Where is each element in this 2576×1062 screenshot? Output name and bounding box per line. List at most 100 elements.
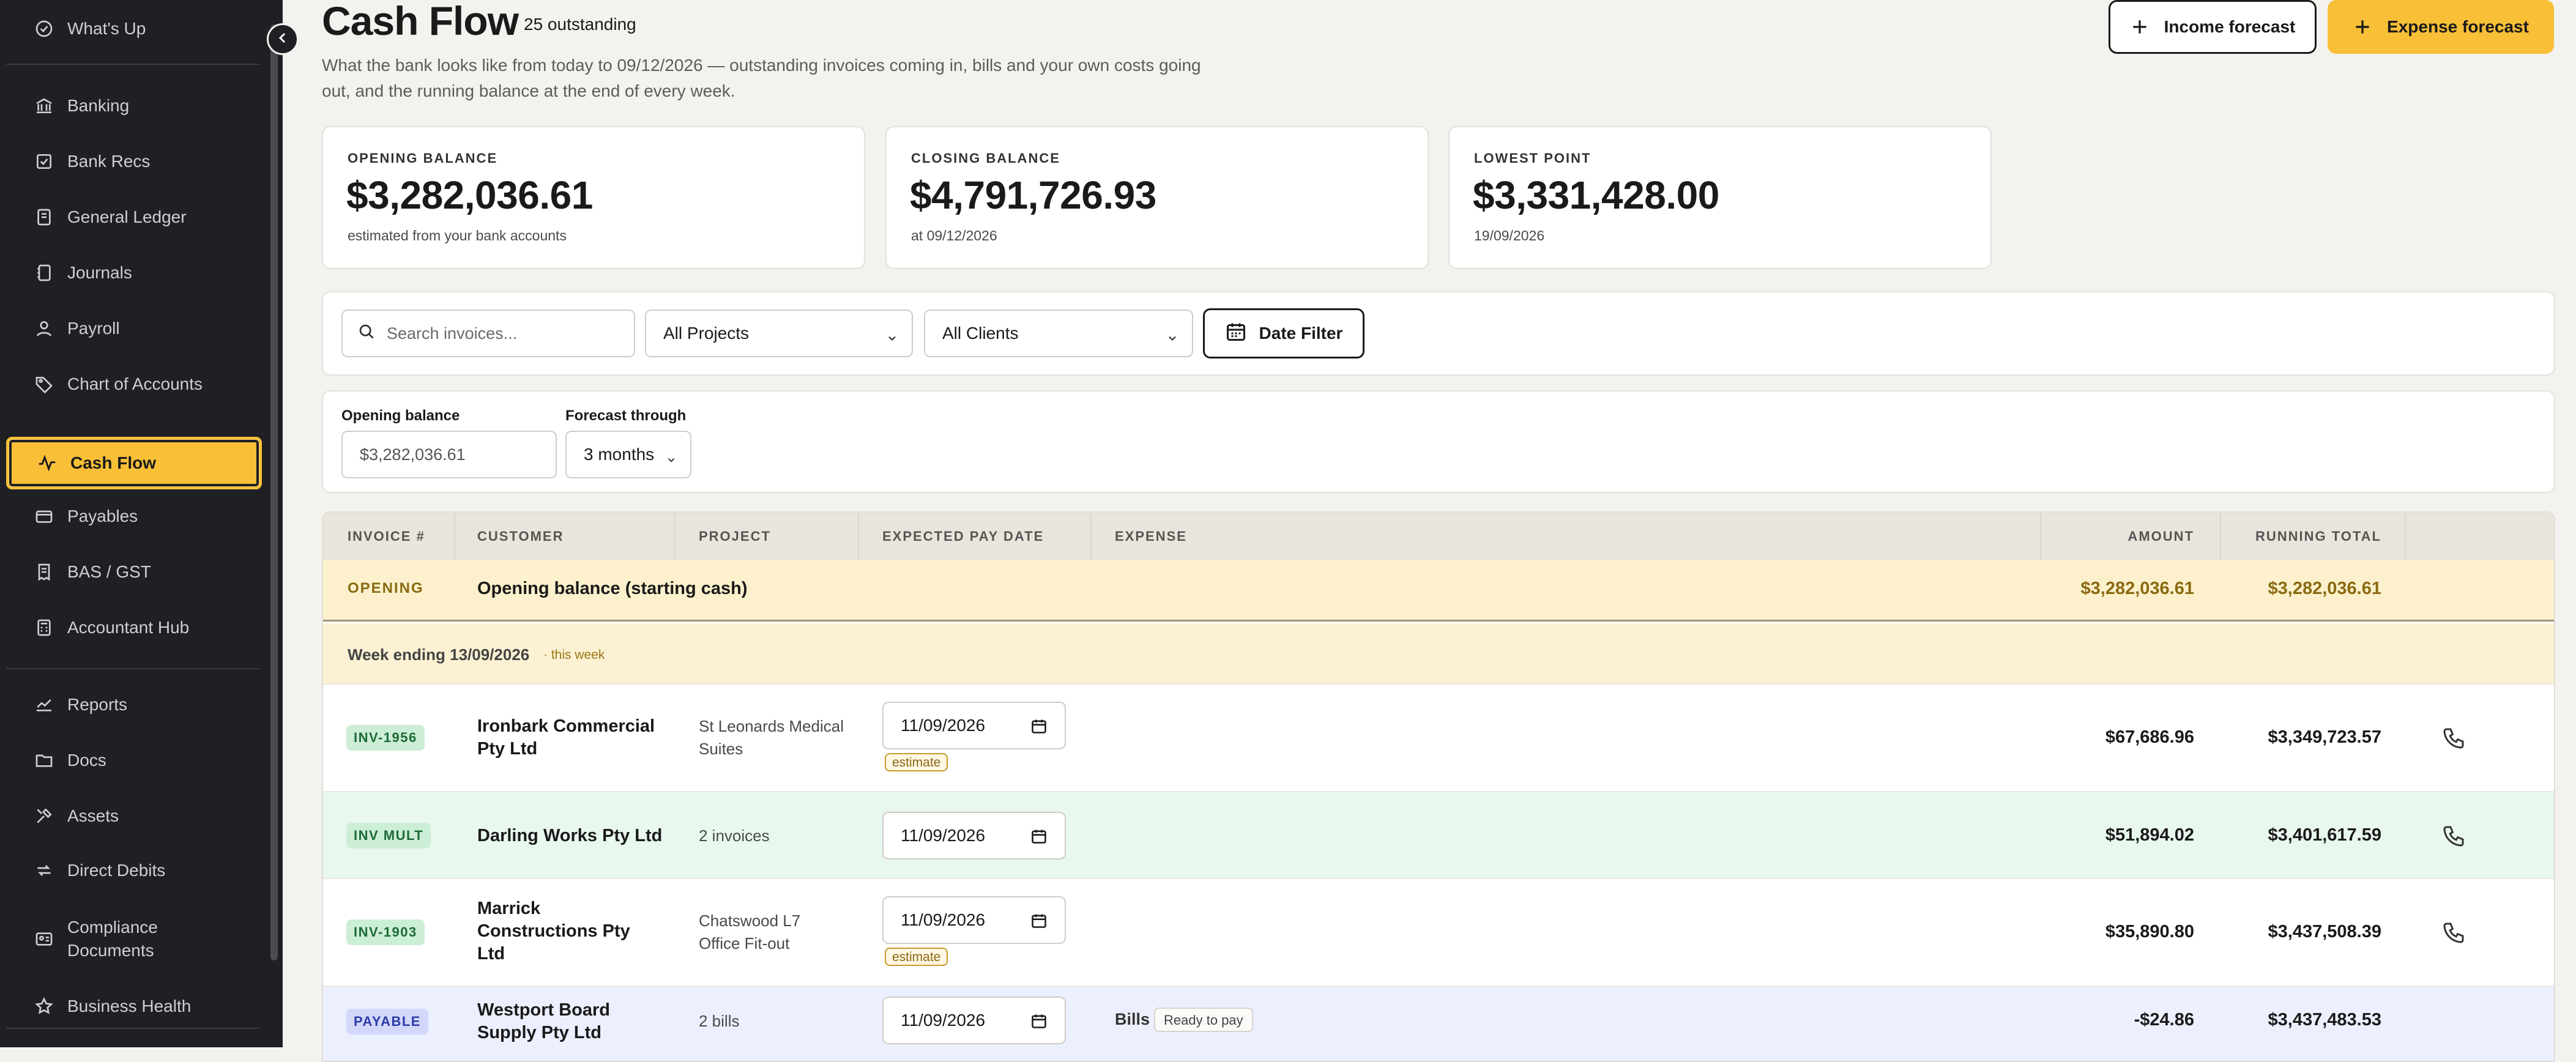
book-icon: [34, 207, 54, 227]
column-header: EXPECTED PAY DATE: [882, 529, 1044, 544]
folder-icon: [34, 751, 54, 770]
sidebar-scrollbar[interactable]: [270, 24, 278, 960]
sidebar-item-payables[interactable]: Payables: [6, 492, 262, 540]
sidebar-item-payroll[interactable]: Payroll: [6, 305, 262, 352]
income-forecast-label: Income forecast: [2164, 17, 2296, 36]
projects-select[interactable]: All Projects: [645, 310, 913, 357]
sidebar-item-label: Assets: [67, 806, 119, 825]
phone-icon[interactable]: [2441, 921, 2466, 945]
sidebar-item-bank-recs[interactable]: Bank Recs: [6, 138, 262, 185]
tools-icon: [34, 806, 54, 826]
chevron-left-icon: [275, 31, 290, 48]
table-row[interactable]: PAYABLE Westport Board Supply Pty Ltd 2 …: [323, 987, 2554, 1061]
sidebar-item-bas-gst[interactable]: BAS / GST: [6, 548, 262, 596]
opening-balance-card: OPENING BALANCE $3,282,036.61 estimated …: [322, 126, 865, 269]
page-subtitle: What the bank looks like from today to 0…: [322, 56, 1201, 100]
sidebar-item-label: Direct Debits: [67, 861, 166, 880]
project-name: Chatswood L7 Office Fit-out: [699, 912, 801, 952]
sidebar-item-whats-up[interactable]: What's Up: [6, 5, 262, 53]
amount: $51,894.02: [2105, 825, 2194, 845]
invoice-badge[interactable]: INV-1956: [346, 725, 425, 751]
sidebar-item-label: What's Up: [67, 19, 146, 38]
sidebar-item-label: Chart of Accounts: [67, 374, 203, 393]
sidebar-item-direct-debits[interactable]: Direct Debits: [6, 847, 262, 894]
forecast-through-select[interactable]: 3 months: [565, 431, 691, 478]
wallet-icon: [34, 507, 54, 526]
cash-flow-table: INVOICE # CUSTOMER PROJECT EXPECTED PAY …: [322, 511, 2555, 1062]
sidebar-item-docs[interactable]: Docs: [6, 737, 262, 784]
invoice-badge[interactable]: INV MULT: [346, 823, 431, 848]
sidebar-item-label: Reports: [67, 695, 128, 714]
card-label: OPENING BALANCE: [348, 150, 498, 166]
circle-check-icon: [34, 19, 54, 39]
sidebar-item-label: BAS / GST: [67, 562, 151, 581]
column-divider: [858, 513, 859, 560]
expected-pay-date-input[interactable]: 11/09/2026: [882, 702, 1066, 749]
sidebar-item-label: Banking: [67, 96, 130, 115]
phone-icon[interactable]: [2441, 824, 2466, 848]
sidebar-item-banking[interactable]: Banking: [6, 82, 262, 130]
opening-amount: $3,282,036.61: [2080, 579, 2194, 598]
customer-name: Westport Board Supply Pty Ltd: [477, 1000, 610, 1042]
pay-date-value: 11/09/2026: [901, 826, 986, 845]
expense-forecast-button[interactable]: Expense forecast: [2328, 0, 2554, 54]
sidebar-divider: [6, 668, 259, 669]
receipt-icon: [34, 562, 54, 582]
forecast-through-value: 3 months: [584, 445, 655, 464]
date-filter-label: Date Filter: [1259, 324, 1343, 343]
running-total: $3,437,508.39: [2268, 922, 2381, 941]
expense-type: Bills: [1115, 1010, 1150, 1028]
sidebar-item-business-health[interactable]: Business Health: [6, 982, 262, 1030]
card-note: 19/09/2026: [1474, 228, 1545, 243]
sidebar-item-reports[interactable]: Reports: [6, 681, 262, 729]
search-placeholder: Search invoices...: [387, 324, 518, 343]
sidebar-item-compliance-documents[interactable]: Compliance Documents: [6, 912, 190, 967]
sidebar-item-label: General Ledger: [67, 207, 187, 226]
sidebar-item-chart-of-accounts[interactable]: Chart of Accounts: [6, 360, 262, 408]
card-value: $4,791,726.93: [910, 173, 1156, 217]
calendar-icon: [1225, 321, 1259, 347]
search-icon: [357, 322, 387, 345]
sidebar-item-label: Compliance Documents: [67, 918, 158, 960]
phone-icon[interactable]: [2441, 726, 2466, 751]
sidebar-item-label: Business Health: [67, 997, 192, 1016]
opening-balance-input[interactable]: $3,282,036.61: [341, 431, 557, 478]
table-row[interactable]: INV-1956 Ironbark Commercial Pty Ltd St …: [323, 685, 2554, 792]
card-note: at 09/12/2026: [911, 228, 997, 243]
sidebar-item-label: Payables: [67, 507, 138, 525]
estimate-tag: estimate: [885, 948, 948, 966]
expected-pay-date-input[interactable]: 11/09/2026: [882, 812, 1066, 860]
column-divider: [674, 513, 676, 560]
sidebar-item-cash-flow[interactable]: Cash Flow: [6, 437, 262, 489]
opening-running-total: $3,282,036.61: [2268, 579, 2381, 598]
payable-badge[interactable]: PAYABLE: [346, 1009, 428, 1034]
date-filter-button[interactable]: Date Filter: [1203, 308, 1364, 358]
sidebar-item-label: Docs: [67, 751, 106, 770]
sidebar-item-accountant-hub[interactable]: Accountant Hub: [6, 604, 262, 652]
column-divider: [2040, 513, 2041, 560]
search-input[interactable]: Search invoices...: [341, 310, 635, 357]
card-value: $3,282,036.61: [346, 173, 593, 217]
expected-pay-date-input[interactable]: 11/09/2026: [882, 997, 1066, 1044]
sidebar-item-general-ledger[interactable]: General Ledger: [6, 193, 262, 241]
table-row[interactable]: INV MULT Darling Works Pty Ltd 2 invoice…: [323, 792, 2554, 879]
user-icon: [34, 319, 54, 338]
checkbox-icon: [34, 152, 54, 171]
sidebar-divider: [6, 64, 259, 65]
invoice-badge[interactable]: INV-1903: [346, 919, 425, 945]
income-forecast-button[interactable]: Income forecast: [2109, 0, 2317, 54]
forecast-through-label: Forecast through: [565, 407, 687, 424]
column-header: EXPENSE: [1115, 529, 1187, 544]
sidebar-item-journals[interactable]: Journals: [6, 249, 262, 297]
amount: -$24.86: [2134, 1010, 2194, 1030]
clients-select[interactable]: All Clients: [924, 310, 1193, 357]
filter-bar: Search invoices... All Projects All Clie…: [322, 291, 2555, 376]
column-divider: [2405, 513, 2406, 560]
table-row[interactable]: INV-1903 Marrick Constructions Pty Ltd C…: [323, 879, 2554, 987]
pay-date-value: 11/09/2026: [901, 716, 986, 735]
project-name: 2 bills: [699, 1012, 740, 1030]
sidebar-item-assets[interactable]: Assets: [6, 792, 262, 840]
column-header: CUSTOMER: [477, 529, 564, 544]
collapse-sidebar-button[interactable]: [267, 23, 299, 55]
expected-pay-date-input[interactable]: 11/09/2026: [882, 896, 1066, 944]
